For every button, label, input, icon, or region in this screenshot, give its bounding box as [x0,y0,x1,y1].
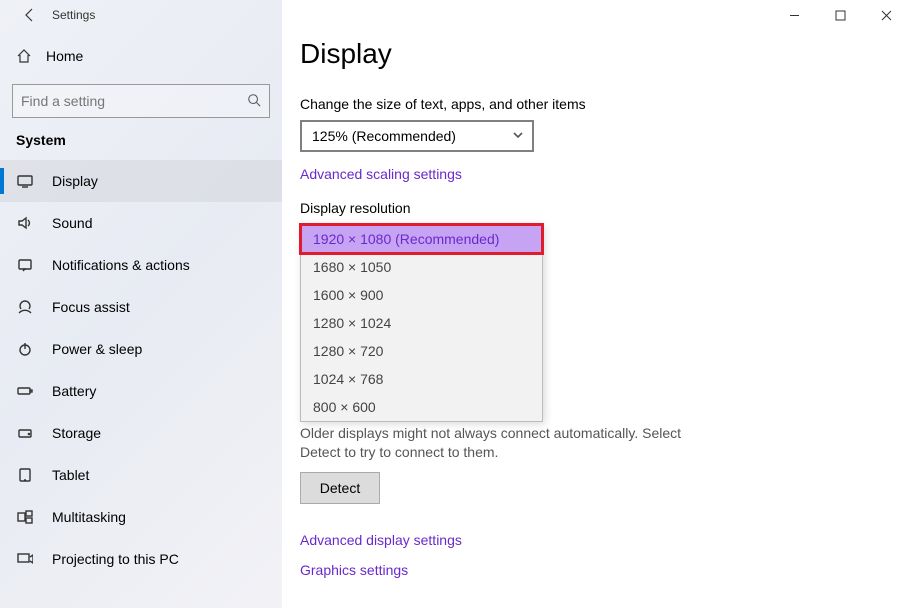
graphics-settings-link[interactable]: Graphics settings [300,562,899,578]
advanced-display-link[interactable]: Advanced display settings [300,532,899,548]
close-button[interactable] [863,0,909,30]
multitasking-icon [16,509,34,525]
sidebar-item-display[interactable]: Display [0,160,282,202]
sidebar-item-label: Storage [52,425,101,441]
home-item[interactable]: Home [0,36,282,76]
advanced-scaling-link[interactable]: Advanced scaling settings [300,166,462,182]
detect-label: Detect [320,480,360,496]
scale-label: Change the size of text, apps, and other… [300,96,899,112]
resolution-option[interactable]: 800 × 600 [301,393,542,421]
scale-value: 125% (Recommended) [312,128,456,144]
scale-dropdown[interactable]: 125% (Recommended) [300,120,534,152]
home-label: Home [46,48,83,64]
power-icon [16,341,34,357]
sidebar-item-battery[interactable]: Battery [0,370,282,412]
sidebar-item-multitasking[interactable]: Multitasking [0,496,282,538]
projecting-icon [16,551,34,567]
sidebar-item-power-sleep[interactable]: Power & sleep [0,328,282,370]
storage-icon [16,425,34,441]
page-title: Display [300,38,899,70]
resolution-label: Display resolution [300,200,899,216]
sidebar-item-sound[interactable]: Sound [0,202,282,244]
sidebar-item-projecting[interactable]: Projecting to this PC [0,538,282,580]
minimize-button[interactable] [771,0,817,30]
search-placeholder: Find a setting [21,93,105,109]
battery-icon [16,383,34,399]
resolution-option[interactable]: 1920 × 1080 (Recommended) [301,225,542,253]
sidebar-item-notifications[interactable]: Notifications & actions [0,244,282,286]
sidebar-item-label: Focus assist [52,299,130,315]
window-title: Settings [52,8,95,22]
chevron-down-icon [512,128,524,144]
sidebar-item-label: Display [52,173,98,189]
sidebar-item-label: Projecting to this PC [52,551,179,567]
sidebar-item-label: Battery [52,383,96,399]
sidebar-item-label: Tablet [52,467,89,483]
resolution-option[interactable]: 1680 × 1050 [301,253,542,281]
tablet-icon [16,467,34,483]
sidebar-item-label: Sound [52,215,92,231]
sound-icon [16,215,34,231]
resolution-option[interactable]: 1024 × 768 [301,365,542,393]
maximize-button[interactable] [817,0,863,30]
resolution-option[interactable]: 1280 × 1024 [301,309,542,337]
search-input[interactable]: Find a setting [12,84,270,118]
sidebar-item-label: Power & sleep [52,341,142,357]
resolution-dropdown-open[interactable]: 1920 × 1080 (Recommended) 1680 × 1050 16… [300,224,543,422]
resolution-option[interactable]: 1280 × 720 [301,337,542,365]
sidebar-item-focus-assist[interactable]: Focus assist [0,286,282,328]
home-icon [16,48,32,64]
detect-help-text: Older displays might not always connect … [300,424,700,462]
sidebar-item-storage[interactable]: Storage [0,412,282,454]
focus-icon [16,299,34,315]
search-icon [247,93,261,110]
category-label: System [0,132,282,148]
notifications-icon [16,257,34,273]
sidebar-item-tablet[interactable]: Tablet [0,454,282,496]
sidebar-item-label: Notifications & actions [52,257,190,273]
back-button[interactable] [8,0,52,30]
sidebar-item-label: Multitasking [52,509,126,525]
detect-button[interactable]: Detect [300,472,380,504]
resolution-option[interactable]: 1600 × 900 [301,281,542,309]
display-icon [16,173,34,189]
